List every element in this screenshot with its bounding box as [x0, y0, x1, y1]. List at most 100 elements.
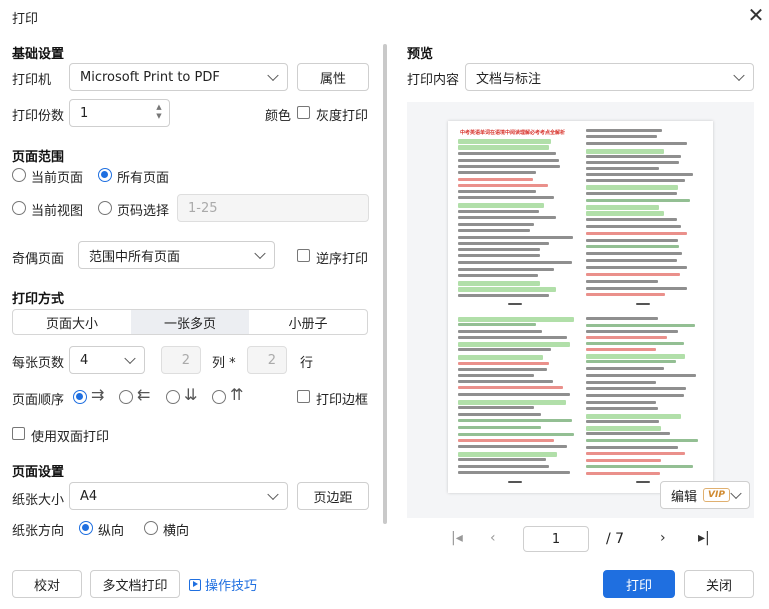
- order-vertical-icon: ⇊: [184, 385, 198, 404]
- close-icon[interactable]: ✕: [744, 4, 768, 28]
- chevron-down-icon: [124, 352, 136, 365]
- multi-doc-print-button[interactable]: 多文档打印: [90, 570, 180, 598]
- tab-page-size[interactable]: 页面大小: [13, 310, 131, 334]
- preview-text-line: [458, 465, 549, 468]
- color-label: 颜色: [265, 109, 292, 124]
- preview-text-line: [458, 342, 570, 347]
- current-view-radio[interactable]: [12, 201, 26, 215]
- print-border-checkbox[interactable]: [297, 390, 310, 403]
- preview-text-line: [458, 242, 549, 245]
- preview-text-line: [458, 261, 572, 264]
- first-page-icon[interactable]: |◂: [451, 530, 463, 546]
- preview-page-number-mark: [636, 481, 650, 483]
- page-range-input[interactable]: 1-25: [177, 194, 369, 222]
- current-page-radio[interactable]: [12, 168, 26, 182]
- preview-text-line: [586, 330, 678, 333]
- columns-label: 列 *: [212, 356, 236, 371]
- print-mode-heading: 打印方式: [12, 292, 65, 307]
- preview-text-line: [458, 165, 560, 168]
- preview-text-line: [586, 367, 664, 370]
- preview-text-line: [458, 426, 541, 429]
- preview-text-line: [586, 135, 657, 138]
- preview-page-number-mark: [508, 303, 522, 305]
- edit-button-label: 编辑: [671, 489, 698, 505]
- stepper-arrows-icon[interactable]: ▲ ▼: [155, 103, 163, 121]
- printer-select[interactable]: Microsoft Print to PDF: [69, 63, 288, 91]
- preview-text-line: [458, 439, 554, 442]
- reverse-checkbox[interactable]: [297, 249, 310, 262]
- preview-text-line: [586, 185, 678, 190]
- current-page-label: 当前页面: [31, 171, 84, 186]
- chevron-down-icon: [730, 487, 742, 500]
- all-pages-radio[interactable]: [98, 168, 112, 182]
- preview-text-line: [586, 179, 685, 182]
- preview-text-line: [458, 323, 536, 326]
- proofread-button[interactable]: 校对: [12, 570, 82, 598]
- preview-text-line: [586, 199, 690, 202]
- page-order-label: 页面顺序: [12, 393, 65, 408]
- paper-size-select[interactable]: A4: [69, 482, 288, 510]
- preview-text-line: [458, 190, 536, 193]
- odd-even-select[interactable]: 范围中所有页面: [78, 241, 275, 269]
- preview-text-line: [458, 386, 563, 389]
- duplex-checkbox[interactable]: [12, 427, 25, 440]
- rows-value: 2: [267, 352, 276, 368]
- edit-button[interactable]: 编辑 VIP: [660, 481, 750, 509]
- page-number-input[interactable]: 1: [523, 526, 589, 552]
- preview-text-line: [586, 394, 684, 397]
- tab-multi-page[interactable]: 一张多页: [131, 310, 249, 334]
- preview-doc-title: 中考英语单词在语境中阅读理解必考考点全解析: [460, 130, 566, 136]
- preview-text-line: [586, 273, 680, 276]
- pages-per-sheet-select[interactable]: 4: [69, 346, 145, 374]
- properties-button[interactable]: 属性: [297, 63, 369, 91]
- preview-text-line: [586, 401, 656, 404]
- pages-per-sheet-value: 4: [80, 352, 89, 368]
- preview-text-line: [586, 432, 670, 435]
- copies-label: 打印份数: [12, 109, 65, 124]
- preview-text-line: [458, 281, 540, 286]
- settings-scrollbar[interactable]: [383, 44, 387, 524]
- order-n-radio[interactable]: [166, 390, 180, 404]
- margins-button[interactable]: 页边距: [297, 482, 369, 510]
- last-page-icon[interactable]: ▸|: [698, 530, 710, 546]
- odd-even-label: 奇偶页面: [12, 252, 65, 267]
- order-z-radio[interactable]: [73, 390, 87, 404]
- landscape-radio[interactable]: [144, 521, 158, 535]
- print-content-value: 文档与标注: [476, 71, 542, 87]
- print-content-select[interactable]: 文档与标注: [465, 63, 754, 91]
- rows-input[interactable]: 2: [247, 346, 287, 374]
- grayscale-checkbox[interactable]: [297, 106, 310, 119]
- close-button[interactable]: 关闭: [684, 570, 754, 598]
- next-page-icon[interactable]: ›: [660, 530, 666, 546]
- preview-text-line: [586, 324, 695, 327]
- preview-text-line: [586, 129, 662, 132]
- printer-label: 打印机: [12, 73, 52, 88]
- preview-text-line: [458, 229, 530, 232]
- page-select-label: 页码选择: [117, 204, 170, 219]
- preview-text-line: [458, 268, 554, 271]
- preview-heading: 预览: [407, 47, 434, 62]
- order-reverse-n-radio[interactable]: [212, 390, 226, 404]
- page-select-radio[interactable]: [98, 201, 112, 215]
- preview-text-line: [586, 407, 658, 410]
- preview-text-line: [586, 149, 664, 154]
- tips-link[interactable]: 操作技巧: [189, 575, 257, 594]
- chevron-down-icon: [267, 488, 279, 501]
- prev-page-icon[interactable]: ‹: [490, 530, 496, 546]
- print-button[interactable]: 打印: [603, 570, 675, 598]
- page-range-heading: 页面范围: [12, 150, 65, 165]
- chevron-down-icon: [254, 247, 266, 260]
- preview-text-line: [458, 236, 573, 239]
- odd-even-value: 范围中所有页面: [89, 249, 181, 265]
- preview-text-line: [586, 205, 659, 210]
- preview-text-line: [458, 330, 542, 333]
- columns-input[interactable]: 2: [161, 346, 201, 374]
- order-reverse-z-radio[interactable]: [119, 390, 133, 404]
- preview-text-line: [458, 274, 538, 277]
- printer-select-value: Microsoft Print to PDF: [80, 69, 220, 85]
- order-horizontal-icon: ⇉: [91, 385, 105, 404]
- tab-booklet[interactable]: 小册子: [249, 310, 367, 334]
- chevron-down-icon: [733, 69, 745, 82]
- portrait-radio[interactable]: [79, 521, 93, 535]
- copies-stepper[interactable]: 1 ▲ ▼: [69, 99, 170, 127]
